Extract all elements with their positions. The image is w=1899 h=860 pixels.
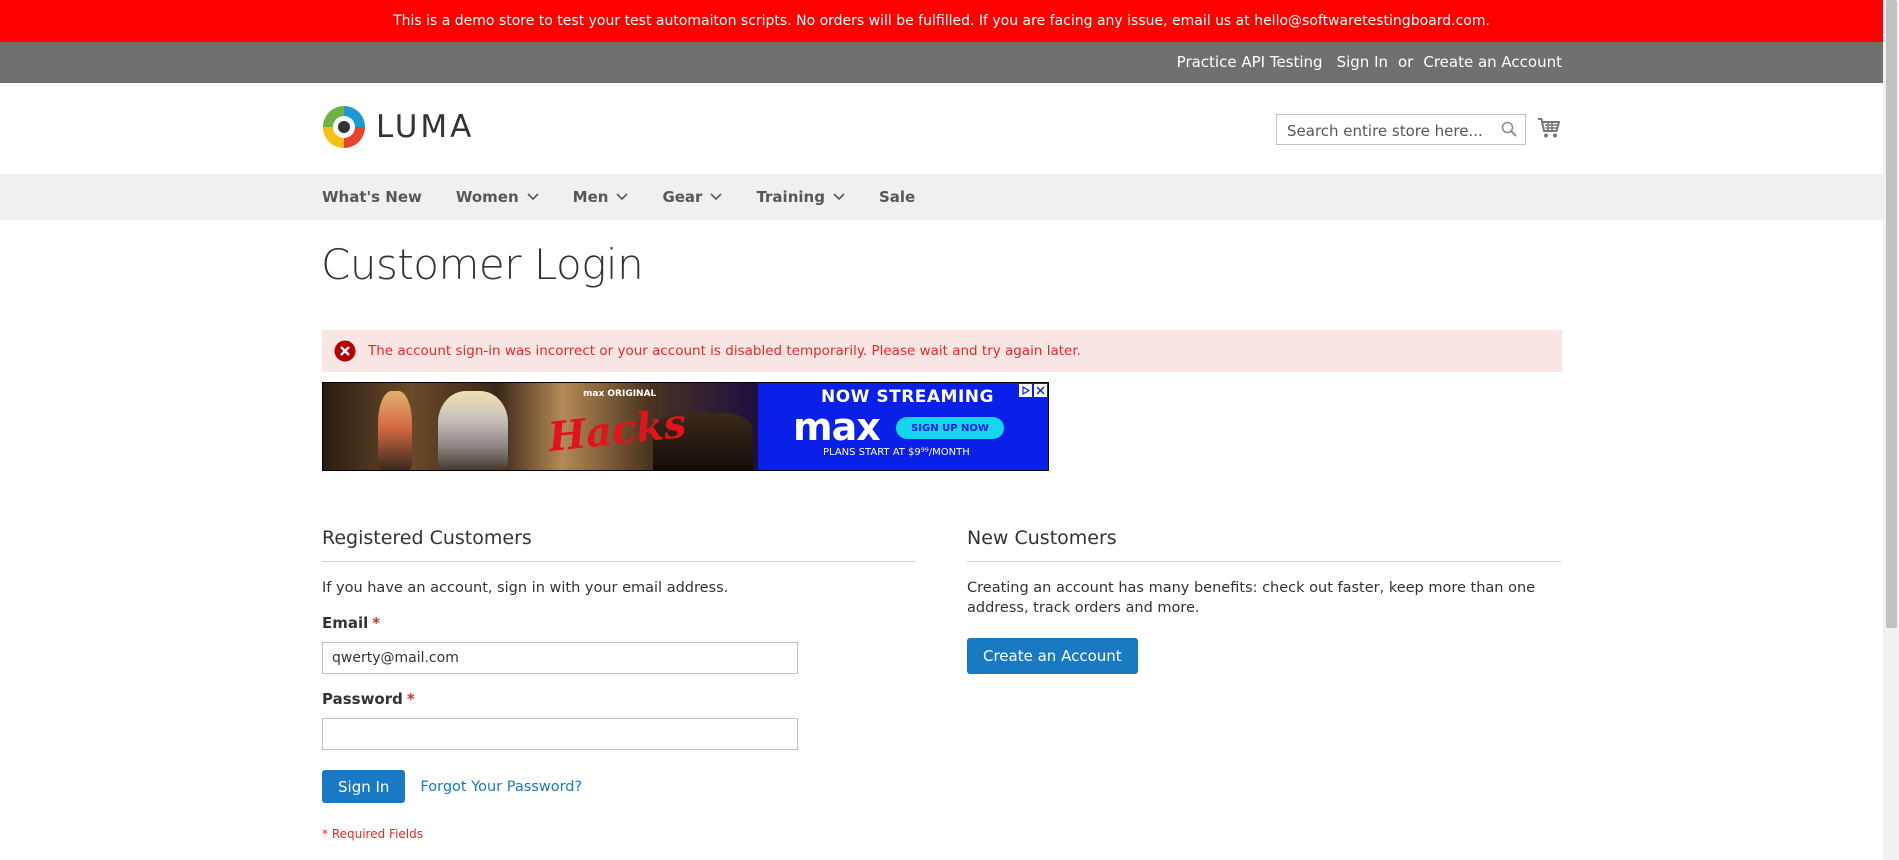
nav-item-label: Men: [572, 188, 609, 206]
email-field[interactable]: [322, 642, 798, 674]
ad-photo: [323, 383, 758, 470]
ad-max-original-label: max ORIGINAL: [583, 389, 657, 399]
chevron-down-icon: [527, 193, 539, 201]
nav-item-women[interactable]: Women: [456, 188, 539, 206]
search-box: [1276, 114, 1526, 146]
demo-store-banner: This is a demo store to test your test a…: [0, 0, 1883, 42]
password-label: Password *: [322, 690, 916, 708]
forgot-password-link[interactable]: Forgot Your Password?: [420, 779, 582, 795]
error-circle-x-icon: [334, 340, 356, 362]
site-header: LUMA: [0, 83, 1883, 174]
ad-now-streaming: NOW STREAMING: [821, 387, 994, 407]
create-account-link[interactable]: Create an Account: [1423, 53, 1562, 71]
demo-store-banner-text: This is a demo store to test your test a…: [393, 13, 1490, 29]
sign-in-link[interactable]: Sign In: [1337, 53, 1388, 71]
required-fields-note: * Required Fields: [322, 827, 423, 841]
ad-plans-text: PLANS START AT $9⁹⁹/MONTH: [823, 447, 970, 458]
luma-logo[interactable]: LUMA: [322, 105, 474, 149]
registered-customers-title: Registered Customers: [322, 527, 916, 562]
create-account-button[interactable]: Create an Account: [967, 638, 1138, 674]
scrollbar-thumb[interactable]: [1886, 0, 1897, 628]
new-customers-actions: Create an Account: [967, 638, 1561, 674]
ad-figure-right: [438, 391, 508, 470]
email-label-text: Email: [322, 614, 369, 632]
search-icon[interactable]: [1501, 121, 1517, 141]
chevron-down-icon: [616, 193, 629, 201]
shopping-cart-icon[interactable]: [1537, 117, 1561, 143]
required-asterisk: *: [372, 614, 381, 632]
advertisement-banner[interactable]: max ORIGINAL Hacks NOW STREAMING max SIG…: [322, 382, 1049, 471]
error-message: The account sign-in was incorrect or you…: [322, 330, 1562, 372]
new-customers-text: Creating an account has many benefits: c…: [967, 580, 1536, 616]
nav-item-training[interactable]: Training: [756, 188, 845, 206]
luma-logo-text: LUMA: [376, 109, 475, 145]
nav-item-label: Training: [756, 188, 825, 206]
required-asterisk: *: [406, 690, 415, 708]
sign-in-button[interactable]: Sign In: [322, 770, 406, 803]
scrollbar[interactable]: [1883, 0, 1899, 860]
new-customers-block: New Customers Creating an account has ma…: [967, 527, 1561, 674]
nav-item-label: Sale: [878, 188, 916, 206]
nav-item-label: What's New: [322, 188, 422, 206]
password-field[interactable]: [322, 718, 798, 750]
error-message-text: The account sign-in was incorrect or you…: [368, 343, 1081, 359]
ad-figure-left: [378, 391, 412, 470]
luma-logo-icon: [323, 106, 365, 148]
top-links: Practice API Testing Sign In or Create a…: [1177, 53, 1562, 71]
login-actions: Sign In Forgot Your Password?: [322, 770, 916, 803]
search-input[interactable]: [1285, 115, 1489, 146]
ad-signup-button[interactable]: SIGN UP NOW: [896, 417, 1004, 439]
nav-item-sale[interactable]: Sale: [879, 188, 915, 206]
or-separator: or: [1398, 53, 1414, 71]
registered-customers-block: Registered Customers If you have an acco…: [322, 527, 916, 841]
password-label-text: Password: [322, 690, 403, 708]
nav-item-label: Gear: [662, 188, 703, 206]
email-label: Email *: [322, 614, 916, 632]
nav-item-men[interactable]: Men: [573, 188, 629, 206]
registered-customers-intro: If you have an account, sign in with you…: [322, 580, 729, 596]
chevron-down-icon: [833, 193, 845, 201]
chevron-down-icon: [710, 193, 723, 201]
ad-brand: max: [793, 405, 881, 449]
main-nav: What's New Women Men Gear Training Sale: [0, 174, 1883, 220]
nav-item-whats-new[interactable]: What's New: [322, 188, 422, 206]
nav-item-gear[interactable]: Gear: [662, 188, 723, 206]
practice-api-link[interactable]: Practice API Testing: [1177, 53, 1323, 71]
nav-menu: What's New Women Men Gear Training Sale: [322, 174, 949, 220]
top-panel: Practice API Testing Sign In or Create a…: [0, 42, 1883, 83]
close-icon[interactable]: [1033, 383, 1048, 398]
ad-choices-icon[interactable]: [1018, 383, 1033, 398]
nav-item-label: Women: [455, 188, 519, 206]
page-title: Customer Login: [321, 240, 644, 289]
new-customers-title: New Customers: [967, 527, 1561, 562]
ad-controls: [1018, 383, 1048, 398]
